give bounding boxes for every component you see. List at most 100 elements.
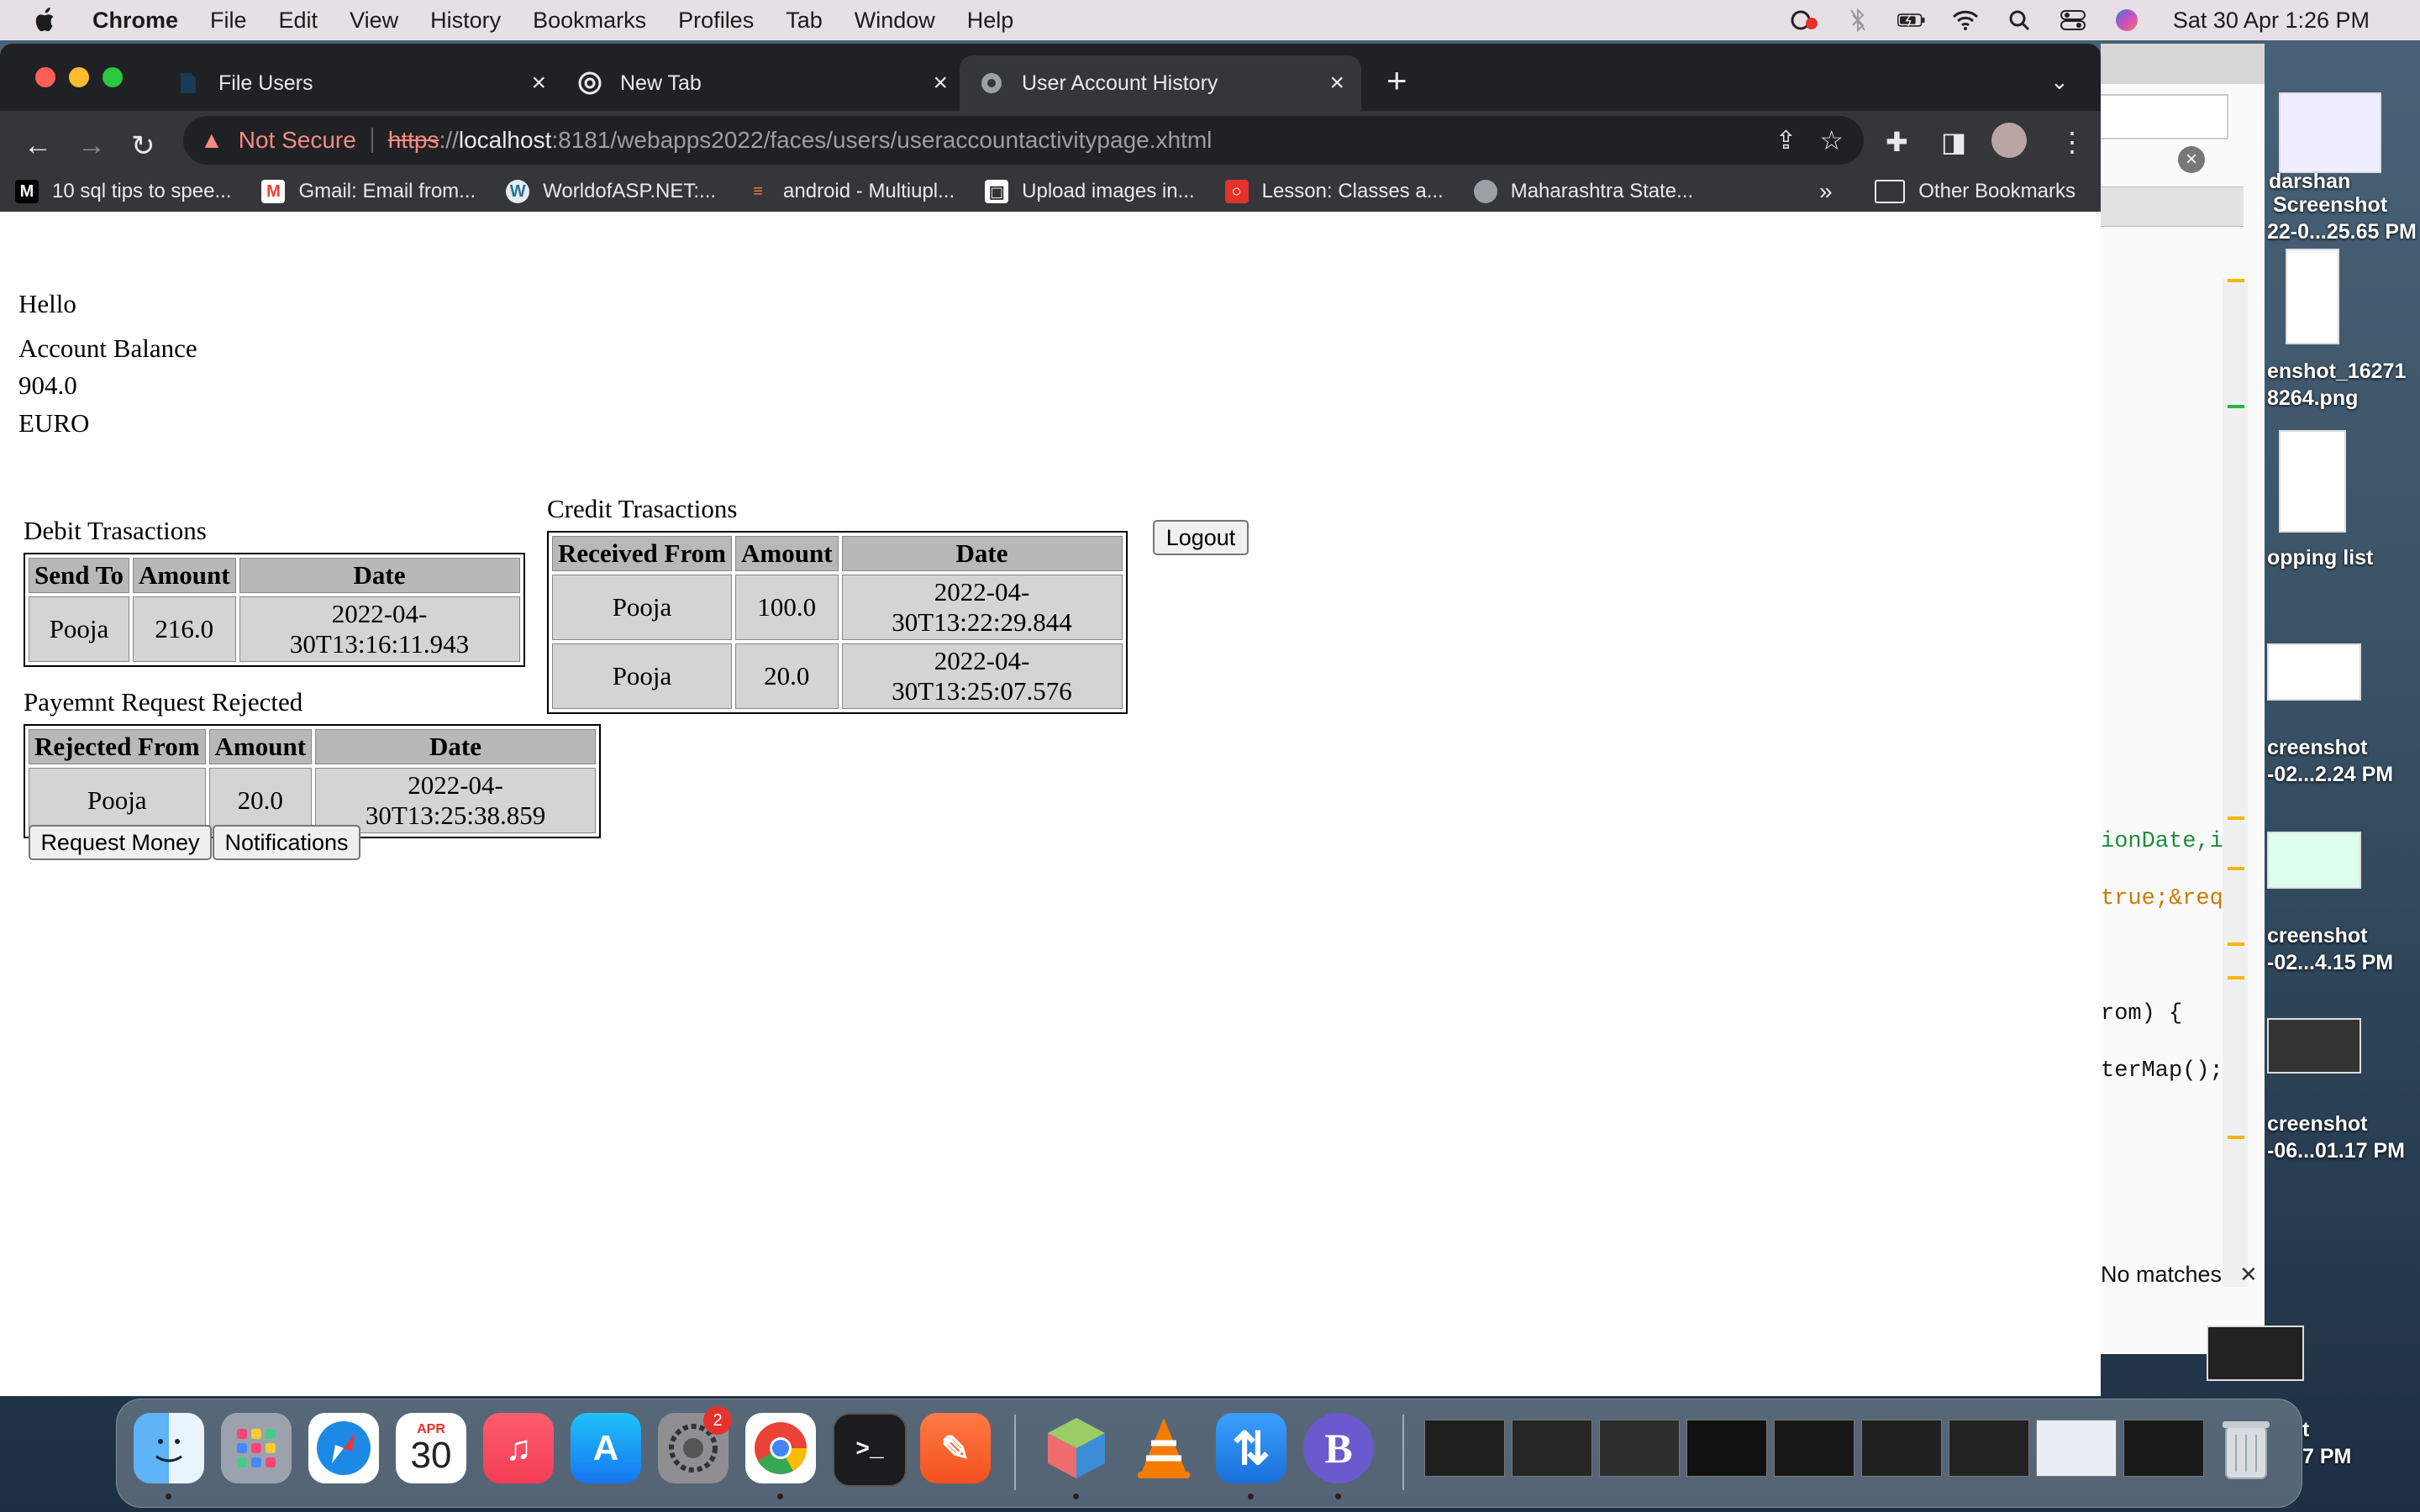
menu-bookmarks[interactable]: Bookmarks <box>533 8 646 34</box>
new-tab-button[interactable]: + <box>1386 60 1407 101</box>
bookmark-item[interactable]: M 10 sql tips to spee... <box>15 180 231 203</box>
desktop-screenshot-thumbnail[interactable] <box>2279 92 2381 173</box>
battery-icon[interactable] <box>1897 8 1926 33</box>
menu-app-name[interactable]: Chrome <box>92 8 178 34</box>
menu-clock[interactable]: Sat 30 Apr 1:26 PM <box>2173 8 2370 34</box>
side-panel-icon[interactable]: ◨ <box>1941 126 1966 158</box>
clear-search-icon[interactable]: × <box>2178 146 2205 173</box>
close-tab-icon[interactable]: × <box>1329 69 1344 97</box>
browser-menu-icon[interactable]: ⋮ <box>2059 126 2086 158</box>
control-center-icon[interactable] <box>2059 8 2087 33</box>
music-icon[interactable]: ♫ <box>483 1413 554 1483</box>
wifi-icon[interactable] <box>1951 8 1980 33</box>
launchpad-icon[interactable] <box>221 1413 292 1483</box>
terminal-icon[interactable]: >_ <box>833 1413 907 1487</box>
desktop-file-thumbnail[interactable] <box>2279 430 2346 533</box>
close-window-button[interactable] <box>35 67 55 87</box>
request-money-button[interactable]: Request Money <box>29 825 212 860</box>
code-line: terMap(); <box>2101 1058 2223 1084</box>
notifications-button[interactable]: Notifications <box>213 825 360 860</box>
transmit-upload-icon[interactable]: ⇅ <box>1216 1413 1286 1483</box>
security-status[interactable]: Not Secure <box>239 127 356 154</box>
apple-menu-icon[interactable] <box>34 7 59 34</box>
menu-tab[interactable]: Tab <box>786 8 823 34</box>
warning-icon[interactable]: ▲ <box>200 127 224 154</box>
minimized-window-thumbnail[interactable] <box>1686 1420 1767 1477</box>
creative-cloud-icon[interactable] <box>1790 8 1818 33</box>
bookmark-item[interactable]: M Gmail: Email from... <box>261 180 476 203</box>
profile-avatar[interactable] <box>1991 123 2027 158</box>
address-bar[interactable]: ▲ Not Secure https :// localhost :8181/w… <box>183 116 1864 165</box>
bbedit-icon[interactable]: B <box>1303 1413 1374 1483</box>
more-bookmarks-button[interactable]: » <box>1819 178 1833 205</box>
menu-window[interactable]: Window <box>855 8 935 34</box>
rejected-section-title: Payemnt Request Rejected <box>24 687 303 717</box>
close-tab-icon[interactable]: × <box>531 69 546 97</box>
table-cell: 20.0 <box>208 768 313 833</box>
globe-icon <box>1473 180 1497 203</box>
tab-new-tab[interactable]: New Tab × <box>578 55 948 111</box>
desktop-screenshot-thumbnail[interactable] <box>2267 1018 2361 1074</box>
minimized-window-thumbnail[interactable] <box>2036 1420 2117 1477</box>
safari-icon[interactable] <box>308 1413 379 1483</box>
dock-separator <box>1014 1415 1016 1490</box>
desktop-icon-label: -06...01.17 PM <box>2267 1139 2405 1163</box>
menu-help[interactable]: Help <box>967 8 1014 34</box>
calendar-icon[interactable]: APR 30 <box>396 1413 466 1483</box>
bookmark-item[interactable]: ○ Lesson: Classes a... <box>1224 180 1444 203</box>
minimized-window-thumbnail[interactable] <box>1861 1420 1942 1477</box>
back-arrow-icon[interactable]: ← <box>24 129 52 162</box>
tab-search-chevron-icon[interactable]: ⌄ <box>2050 69 2069 95</box>
netbeans-icon[interactable] <box>1041 1413 1112 1483</box>
minimized-window-thumbnail[interactable] <box>1512 1420 1592 1477</box>
background-search-field[interactable] <box>2101 94 2228 139</box>
forward-arrow-icon[interactable]: → <box>77 129 106 162</box>
menu-profiles[interactable]: Profiles <box>678 8 754 34</box>
minimized-window-thumbnail[interactable] <box>1949 1420 2029 1477</box>
zoom-window-button[interactable] <box>103 67 123 87</box>
code-line: ionDate,i <box>2101 829 2223 854</box>
table-cell: 100.0 <box>735 575 839 640</box>
menu-file[interactable]: File <box>210 8 247 34</box>
minimized-window-thumbnail[interactable] <box>2123 1420 2204 1477</box>
siri-icon[interactable] <box>2112 8 2141 33</box>
desktop-screenshot-thumbnail[interactable] <box>2267 643 2361 701</box>
postman-icon[interactable]: ✎ <box>920 1413 991 1483</box>
tab-user-account-history[interactable]: User Account History × <box>960 55 1361 111</box>
balance-label: Account Balance <box>18 333 197 363</box>
other-bookmarks-folder[interactable]: Other Bookmarks <box>1875 180 2075 203</box>
minimize-window-button[interactable] <box>69 67 89 87</box>
menu-history[interactable]: History <box>430 8 501 34</box>
bookmark-item[interactable]: W WorldofASP.NET:... <box>506 180 716 203</box>
menu-view[interactable]: View <box>350 8 398 34</box>
extensions-puzzle-icon[interactable]: ✚ <box>1886 126 1908 158</box>
background-scrollbar[interactable] <box>2223 279 2248 1287</box>
minimized-window-thumbnail[interactable] <box>1774 1420 1854 1477</box>
trash-icon[interactable] <box>2211 1413 2281 1483</box>
minimized-window-thumbnail[interactable] <box>1424 1420 1505 1477</box>
table-cell: 216.0 <box>133 596 236 662</box>
spotlight-search-icon[interactable] <box>2005 8 2033 33</box>
wordpress-icon: W <box>506 180 530 203</box>
finder-icon[interactable] <box>134 1413 204 1483</box>
chrome-dock-icon[interactable] <box>745 1413 816 1483</box>
bluetooth-off-icon[interactable] <box>1844 8 1872 33</box>
menu-edit[interactable]: Edit <box>279 8 318 34</box>
tab-file-users[interactable]: File Users × <box>176 55 546 111</box>
minimized-window-thumbnail[interactable] <box>1599 1420 1680 1477</box>
logout-button[interactable]: Logout <box>1153 520 1249 555</box>
bookmark-item[interactable]: ▣ Upload images in... <box>985 180 1195 203</box>
close-find-icon[interactable]: ✕ <box>2239 1262 2258 1288</box>
desktop-file-thumbnail[interactable] <box>2286 249 2339 344</box>
app-store-icon[interactable]: A <box>571 1413 641 1483</box>
desktop-screenshot-thumbnail[interactable] <box>2267 832 2361 889</box>
close-tab-icon[interactable]: × <box>933 69 948 97</box>
desktop-screenshot-thumbnail[interactable] <box>2207 1326 2304 1381</box>
vlc-icon[interactable] <box>1128 1413 1199 1483</box>
reload-icon[interactable]: ↻ <box>131 129 155 163</box>
share-icon[interactable]: ⇪ <box>1776 126 1797 155</box>
bookmark-star-icon[interactable]: ☆ <box>1819 124 1844 156</box>
bookmark-item[interactable]: ≡ android - Multiupl... <box>746 180 955 203</box>
debit-section-title: Debit Trasactions <box>24 516 207 545</box>
bookmark-item[interactable]: Maharashtra State... <box>1473 180 1693 203</box>
